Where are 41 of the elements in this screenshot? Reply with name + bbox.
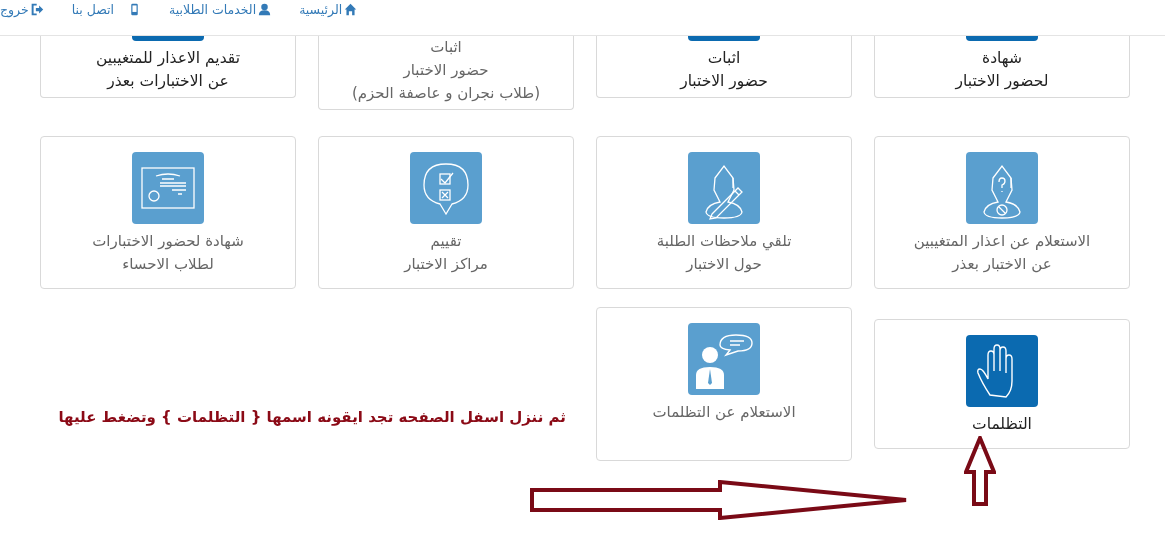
tile-label: اثبات	[430, 37, 462, 58]
nav-link[interactable]: الرئيسية	[299, 0, 358, 17]
nav-link[interactable]: اتصل بنا	[71, 0, 142, 17]
nav-link[interactable]: الخدمات الطلابية	[169, 0, 272, 17]
tile-label: الاستعلام عن اعذار المتغيبين	[913, 231, 1091, 252]
tile-label: شهادة	[982, 48, 1022, 70]
tile-label: حول الاختبار	[686, 254, 762, 275]
tile-label: شهادة لحضور الاختبارات	[92, 231, 244, 252]
instruction-note: ثم ننزل اسفل الصفحه تجد ايقونه اسمها { التظلمات } وتضغط عليها	[58, 407, 566, 426]
tile-icon	[688, 36, 760, 41]
tile-label: مراكز الاختبار	[404, 254, 488, 275]
menu-tile[interactable]: شهادة لحضور الاختبار	[874, 36, 1130, 98]
menu-tile[interactable]: اثبات حضور الاختبار	[596, 36, 852, 98]
up-arrow	[964, 436, 996, 506]
menu-tile[interactable]: اثبات حضور الاختبار (طلاب نجران و عاصفة الحزم)	[318, 36, 574, 110]
menu-tile[interactable]: الاستعلام عن التظلمات	[596, 307, 852, 461]
nav-link[interactable]: خروج	[0, 0, 44, 17]
tile-label: عن الاختبارات بعذر	[107, 71, 229, 92]
tile-label: تقديم الاعذار للمتغيبين	[96, 48, 240, 69]
home-icon	[344, 3, 358, 16]
tile-label: (طلاب نجران و عاصفة الحزم)	[351, 83, 541, 104]
tile-label: الاستعلام عن التظلمات	[652, 402, 796, 423]
sign-out-icon	[30, 3, 44, 16]
user-icon	[258, 3, 272, 16]
tile-label: عن الاختبار بعذر	[952, 254, 1052, 275]
tile-icon	[966, 36, 1038, 41]
tile-label: تلقي ملاحظات الطلبة	[656, 231, 792, 253]
tile-label: لطلاب الاحساء	[122, 254, 214, 275]
tile-label: اثبات	[707, 48, 741, 69]
menu-tile[interactable]: تقييم مراكز الاختبار	[318, 136, 574, 289]
tile-label: تقييم	[430, 231, 462, 252]
tile-label: حضور الاختبار	[680, 71, 768, 92]
menu-tile[interactable]: تقديم الاعذار للمتغيبين عن الاختبارات بعذر	[40, 36, 296, 98]
menu-tile[interactable]: الاستعلام عن اعذار المتغيبين عن الاختبار بعذر	[874, 136, 1130, 289]
menu-tile[interactable]: التظلمات	[874, 319, 1130, 449]
menu-tile[interactable]: شهادة لحضور الاختبارات لطلاب الاحساء	[40, 136, 296, 289]
tile-label: لحضور الاختبار	[955, 71, 1049, 92]
menu-tile[interactable]: تلقي ملاحظات الطلبة حول الاختبار	[596, 136, 852, 289]
tile-label: التظلمات	[972, 414, 1032, 435]
tile-label: حضور الاختبار	[403, 60, 489, 81]
tile-icon	[132, 36, 204, 41]
